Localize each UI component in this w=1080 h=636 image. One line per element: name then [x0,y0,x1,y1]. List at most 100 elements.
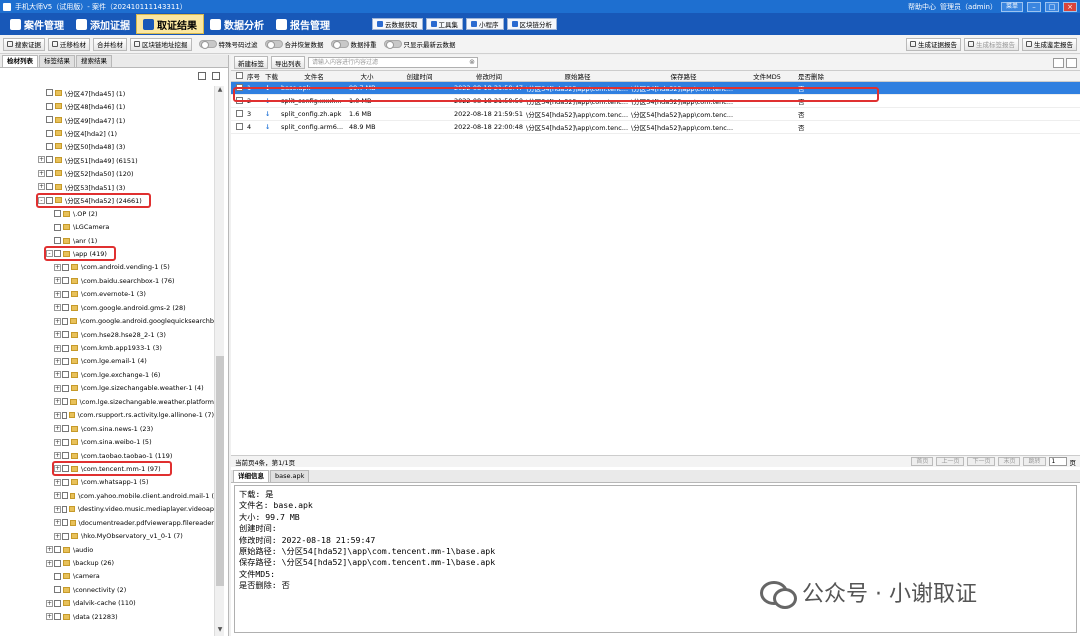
tree-checkbox[interactable] [54,586,61,594]
expand-node-icon[interactable]: + [46,599,53,607]
select-all-checkbox[interactable] [235,71,243,79]
expand-node-icon[interactable]: + [54,532,61,540]
expand-node-icon[interactable]: + [54,277,61,285]
menu-data-analysis[interactable]: 数据分析 [204,14,270,34]
tree-node[interactable]: + \分区52[hda50] (120) [0,167,214,180]
migrate-material-button[interactable]: 迁移检材 [48,37,90,51]
prev-page-button[interactable]: 上一页 [936,457,965,466]
help-center-link[interactable]: 帮助中心 [908,2,936,12]
tree-checkbox[interactable] [62,438,69,446]
tree-node[interactable]: + \com.sina.weibo-1 (5) [0,435,214,448]
cloud-data-button[interactable]: 云数据获取 [372,18,423,30]
col-created[interactable]: 创建时间 [385,71,452,81]
special-number-filter-toggle[interactable]: 特殊号码过滤 [198,39,258,49]
expand-node-icon[interactable]: + [38,183,45,191]
mini-program-button[interactable]: 小程序 [466,18,504,30]
tree-node[interactable]: \分区50[hda48] (3) [0,140,214,153]
tree-checkbox[interactable] [62,371,69,379]
tree-node[interactable]: + \hko.MyObservatory_v1_0-1 (7) [0,529,214,542]
col-size[interactable]: 大小 [347,71,385,81]
tree-checkbox[interactable] [46,169,53,177]
tree-checkbox[interactable] [54,613,61,621]
tree-node[interactable]: + \dalvik-cache (110) [0,597,214,610]
minimize-button[interactable]: – [1027,1,1041,12]
expand-node-icon[interactable]: + [46,546,53,554]
tab-search-results[interactable]: 搜索结果 [76,55,112,67]
tree-node[interactable]: + \com.yahoo.mobile.client.android.mail-1… [0,489,214,502]
tree-checkbox[interactable] [62,492,68,500]
tree-checkbox[interactable] [54,559,61,567]
tree-checkbox[interactable] [62,304,69,312]
tree-node[interactable]: + \分区51[hda49] (6151) [0,153,214,166]
tree-checkbox[interactable] [54,223,61,231]
expand-node-icon[interactable]: + [54,331,61,339]
col-download[interactable]: 下载 [263,71,279,81]
scroll-thumb[interactable] [216,356,224,586]
tag-report-button[interactable]: 生成标签报告 [964,37,1019,51]
tree-node[interactable]: + \com.android.vending-1 (5) [0,261,214,274]
col-save-path[interactable]: 保存路径 [629,71,736,81]
tree-node[interactable]: + \com.lge.exchange-1 (6) [0,368,214,381]
tree-node[interactable]: + \com.google.android.googlequicksearchb [0,314,214,327]
tree-node[interactable]: + \com.lge.sizechangable.weather-1 (4) [0,382,214,395]
tree-checkbox[interactable] [62,519,68,527]
tree-checkbox[interactable] [62,505,68,513]
expand-node-icon[interactable]: + [54,438,61,446]
blockchain-analysis-button[interactable]: 区块链分析 [506,18,557,30]
tree-checkbox[interactable] [62,344,69,352]
grid-view-icon[interactable] [1066,57,1077,68]
expand-node-icon[interactable]: + [54,371,61,379]
export-list-button[interactable]: 导出列表 [271,56,305,69]
blockchain-address-mining-button[interactable]: 区块链地址挖掘 [130,37,192,51]
expand-node-icon[interactable]: + [54,304,61,312]
tree-node[interactable]: + \com.evernote-1 (3) [0,288,214,301]
tree-checkbox[interactable] [46,129,53,137]
maximize-button[interactable]: □ [1045,1,1059,12]
page-number-input[interactable]: 1 [1048,457,1067,466]
toggle-switch[interactable] [264,40,283,49]
tree-node[interactable]: + \com.sina.news-1 (23) [0,422,214,435]
expand-node-icon[interactable]: + [54,478,61,486]
table-row[interactable]: 4 ↓ split_config.arm6... 48.9 MB 2022-08-18 … [231,121,1080,134]
last-page-button[interactable]: 末页 [998,457,1021,466]
tree-checkbox[interactable] [62,384,69,392]
menu-report-management[interactable]: 报告管理 [270,14,336,34]
tree-node[interactable]: + \com.lge.email-1 (4) [0,355,214,368]
table-row[interactable]: 3 ↓ split_config.zh.apk 1.6 MB 2022-08-18 21… [231,108,1080,121]
tree-node[interactable]: + \data (21283) [0,610,214,623]
tree-checkbox[interactable] [46,102,53,110]
toggle-switch[interactable] [198,40,217,49]
tree-node[interactable]: \LGCamera [0,220,214,233]
scroll-down-arrow-icon[interactable]: ▼ [215,626,225,636]
expand-node-icon[interactable]: + [38,156,45,164]
expand-node-icon[interactable]: + [54,317,61,325]
tree-node[interactable]: + \backup (26) [0,556,214,569]
tree-checkbox[interactable] [62,411,68,419]
col-original-path[interactable]: 原始路径 [524,71,629,81]
tree-checkbox[interactable] [62,331,69,339]
new-tag-button[interactable]: 新建标签 [234,56,268,69]
row-checkbox[interactable] [235,122,243,130]
expand-node-icon[interactable]: + [54,505,61,513]
merge-material-button[interactable]: 合并检材 [93,37,127,51]
tree-checkbox[interactable] [62,277,69,285]
tree-checkbox[interactable] [62,398,69,406]
expand-node-icon[interactable]: + [54,290,61,298]
tree-node[interactable]: \分区47[hda45] (1) [0,86,214,99]
expand-node-icon[interactable]: + [54,411,61,419]
tab-tag-results[interactable]: 标签结果 [39,55,75,67]
tree-checkbox[interactable] [54,599,61,607]
list-view-icon[interactable] [1053,57,1064,68]
toggle-switch[interactable] [383,40,402,49]
toolset-button[interactable]: 工具集 [425,18,463,30]
evidence-report-button[interactable]: 生成证据报告 [906,37,961,51]
tree-checkbox[interactable] [62,478,69,486]
tree-checkbox[interactable] [54,210,61,218]
tree-checkbox[interactable] [62,290,69,298]
collapse-all-icon[interactable] [212,72,220,80]
menu-case-management[interactable]: 案件管理 [4,14,70,34]
tree-checkbox[interactable] [54,572,61,580]
expand-node-icon[interactable]: + [54,398,61,406]
expand-all-icon[interactable] [198,72,206,80]
expand-node-icon[interactable]: + [54,263,61,271]
